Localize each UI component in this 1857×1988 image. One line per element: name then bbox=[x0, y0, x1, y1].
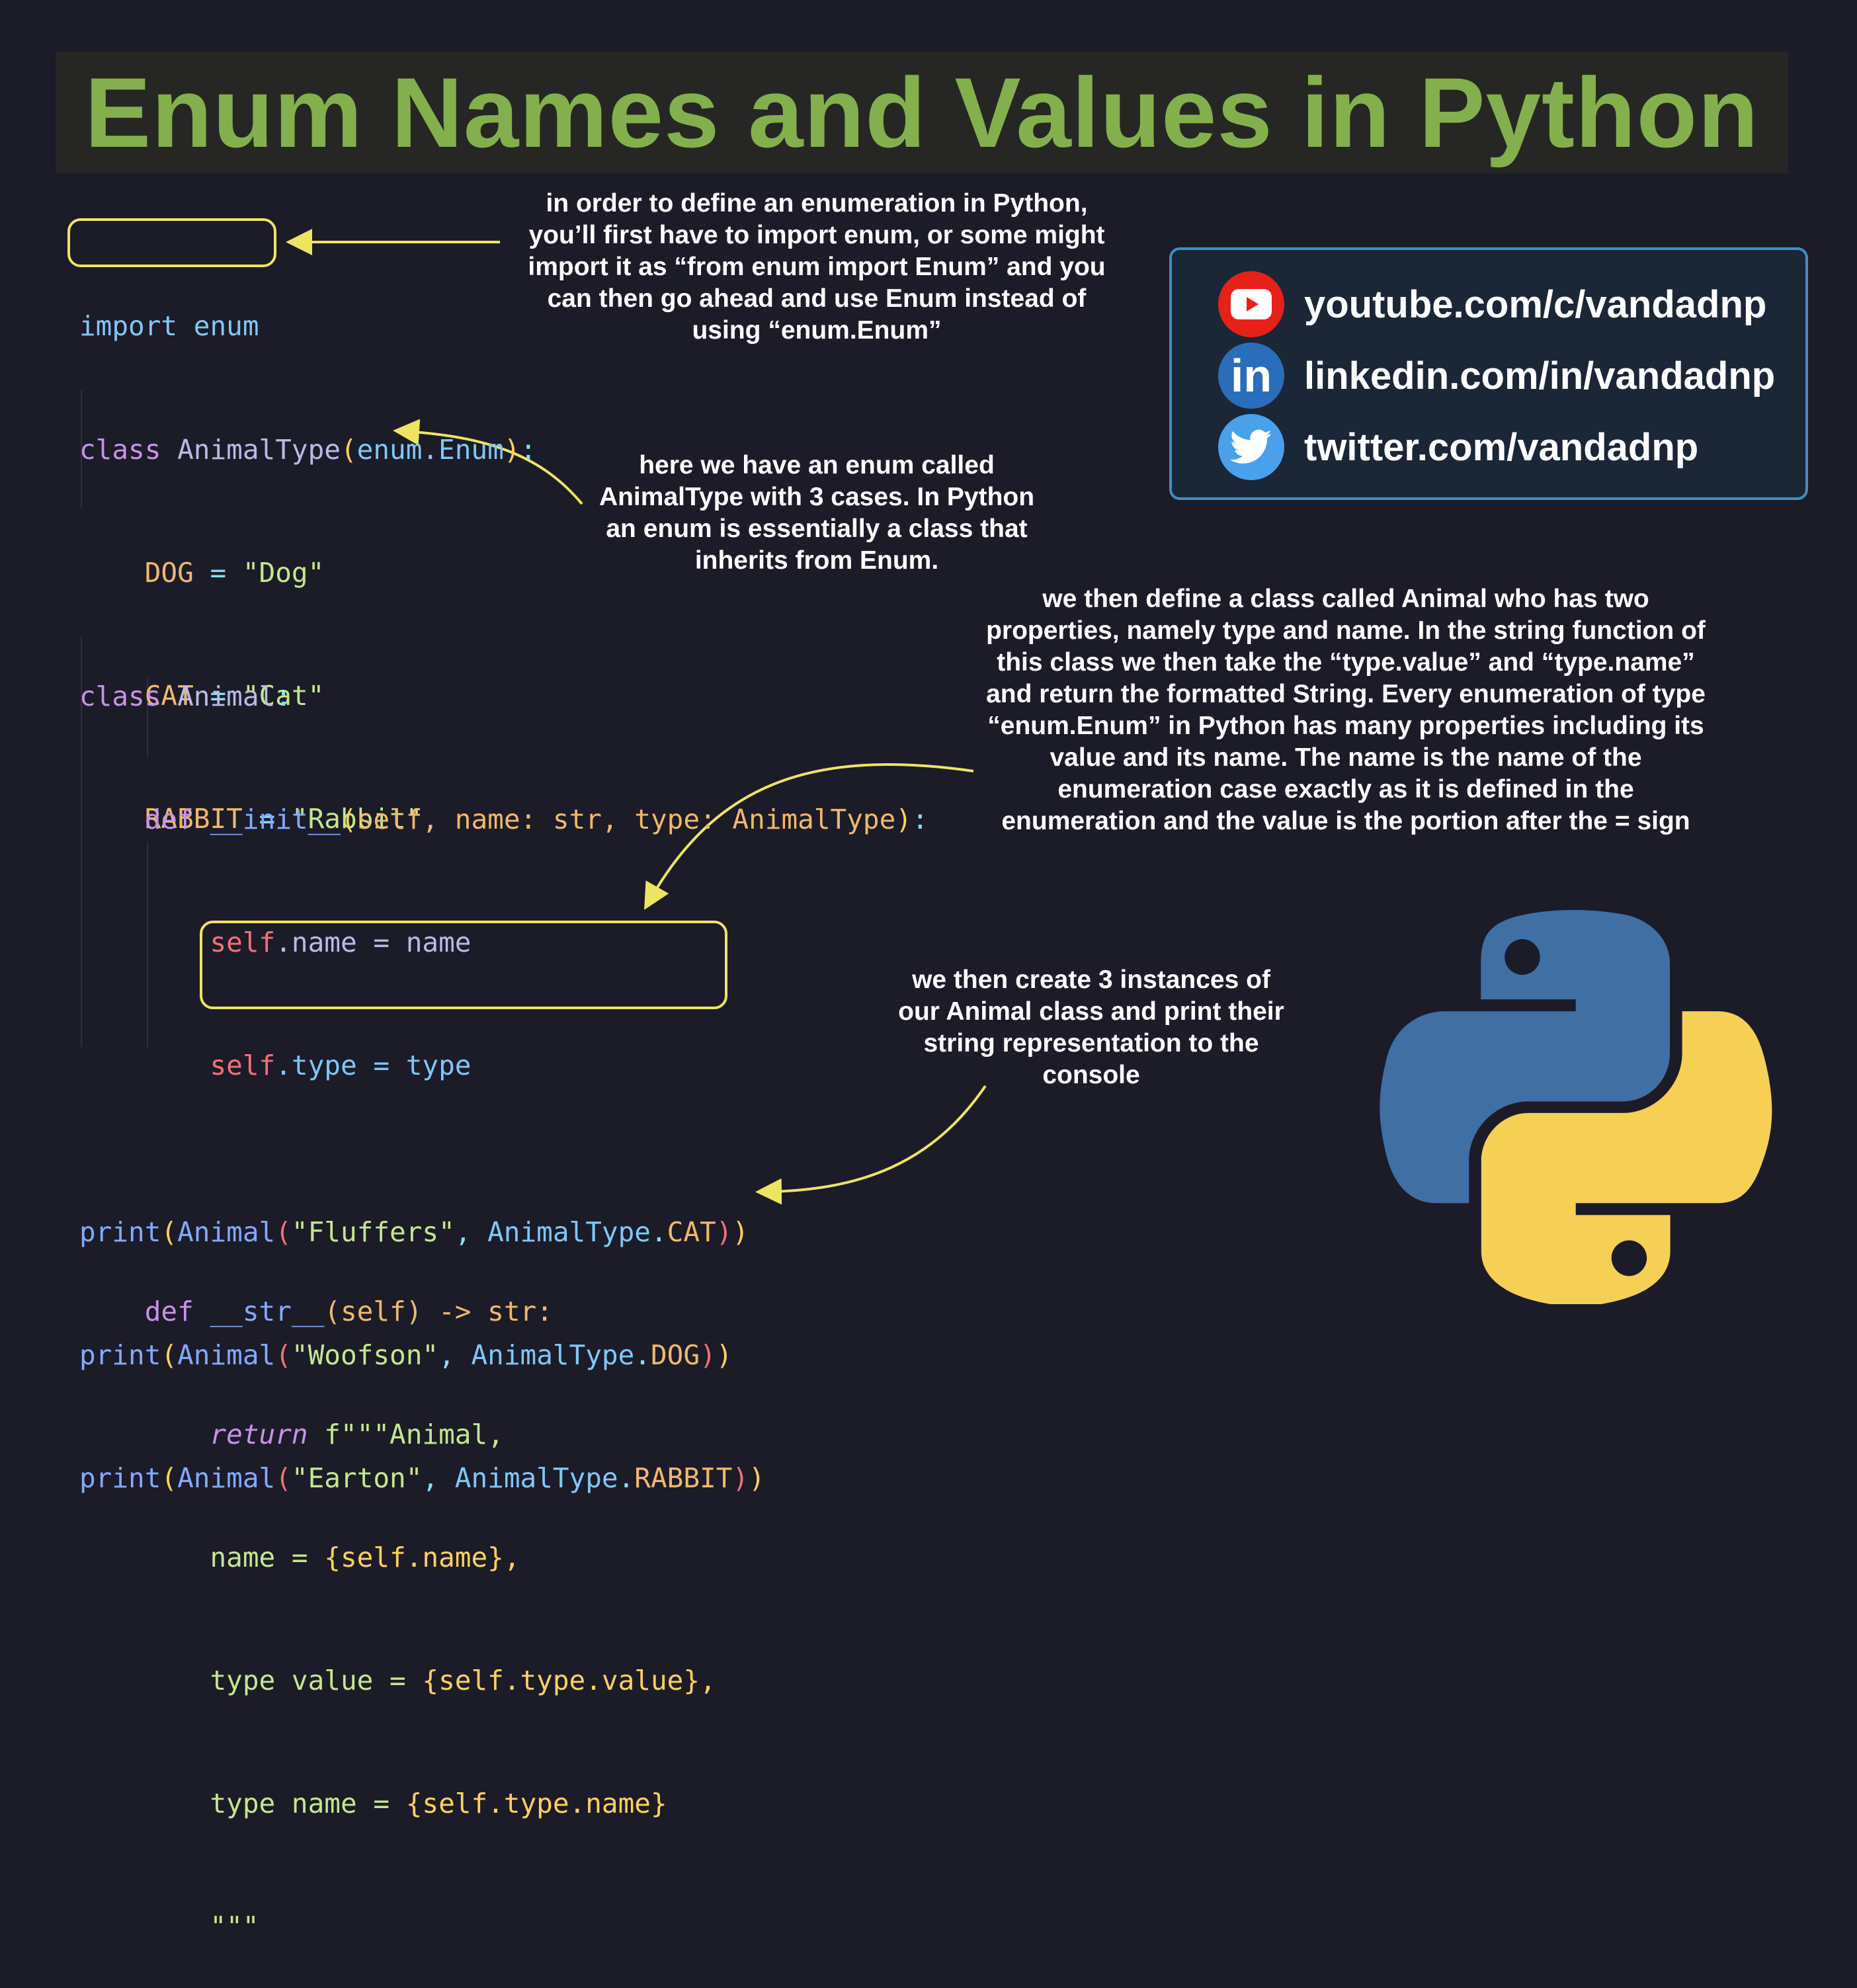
class-keyword: class bbox=[79, 681, 161, 712]
import-note: in order to define an enumeration in Pyt… bbox=[528, 189, 1106, 345]
linkedin-link[interactable]: in linkedin.com/in/vandadnp bbox=[1218, 343, 1775, 409]
fstring-expr: {self.type.name} bbox=[405, 1788, 667, 1819]
enum-case-ref: DOG bbox=[650, 1339, 700, 1371]
enum-ref: AnimalType bbox=[471, 1339, 635, 1371]
linkedin-url: linkedin.com/in/vandadnp bbox=[1304, 354, 1776, 397]
class-call: Animal bbox=[177, 1216, 276, 1248]
instances-note: we then create 3 instances of our Animal… bbox=[898, 966, 1284, 1089]
enum-case-ref: RABBIT bbox=[634, 1462, 733, 1494]
linkedin-glyph: in bbox=[1230, 350, 1272, 401]
class-call: Animal bbox=[177, 1339, 276, 1371]
enum-note: here we have an enum called AnimalType w… bbox=[598, 451, 1035, 575]
enum-case-value: "Dog" bbox=[242, 557, 325, 589]
linkedin-icon: in bbox=[1218, 343, 1284, 409]
base-class: enum.Enum bbox=[356, 434, 504, 466]
fstring-end: """ bbox=[210, 1911, 259, 1942]
code-prints: print(Animal("Fluffers", AnimalType.CAT)… bbox=[79, 1216, 765, 1494]
string-arg: "Earton" bbox=[291, 1462, 423, 1494]
print-call: print bbox=[79, 1339, 161, 1371]
enum-ref: AnimalType bbox=[487, 1216, 651, 1248]
enum-case-ref: CAT bbox=[667, 1216, 716, 1248]
init-body: .type = type bbox=[275, 1050, 472, 1081]
print-call: print bbox=[79, 1462, 161, 1494]
class-note: we then define a class called Animal who… bbox=[986, 585, 1706, 835]
fstring-line: name = bbox=[210, 1542, 325, 1573]
enum-ref: AnimalType bbox=[454, 1462, 618, 1494]
youtube-link[interactable]: youtube.com/c/vandadnp bbox=[1218, 271, 1766, 337]
init-params: self, name: str, type: AnimalType bbox=[356, 804, 896, 835]
python-logo bbox=[1380, 909, 1772, 1304]
print-call: print bbox=[79, 1216, 161, 1248]
youtube-icon bbox=[1218, 271, 1284, 337]
class-call: Animal bbox=[177, 1462, 276, 1494]
enum-case-name: DOG bbox=[144, 557, 194, 589]
twitter-icon bbox=[1218, 414, 1284, 480]
fstring-expr: {self.type.value}, bbox=[422, 1665, 716, 1696]
class-keyword: class bbox=[79, 434, 161, 466]
self-keyword: self bbox=[210, 927, 276, 958]
class-name: AnimalType bbox=[177, 434, 341, 466]
self-keyword: self bbox=[210, 1050, 276, 1081]
init-body: .name = name bbox=[275, 927, 472, 958]
twitter-url: twitter.com/vandadnp bbox=[1304, 425, 1699, 469]
class-name: Animal bbox=[177, 681, 276, 712]
string-arg: "Fluffers" bbox=[291, 1216, 455, 1248]
import-line: import enum bbox=[79, 310, 259, 342]
twitter-link[interactable]: twitter.com/vandadnp bbox=[1218, 414, 1698, 480]
fstring-line: type name = bbox=[210, 1788, 406, 1819]
function-name: __init__ bbox=[210, 804, 341, 835]
social-links-card: youtube.com/c/vandadnp in linkedin.com/i… bbox=[1169, 247, 1808, 500]
string-arg: "Woofson" bbox=[291, 1339, 439, 1371]
fstring-line: type value = bbox=[210, 1665, 423, 1696]
def-keyword: def bbox=[144, 804, 194, 835]
fstring-expr: {self.name}, bbox=[324, 1542, 520, 1573]
youtube-url: youtube.com/c/vandadnp bbox=[1304, 282, 1767, 326]
